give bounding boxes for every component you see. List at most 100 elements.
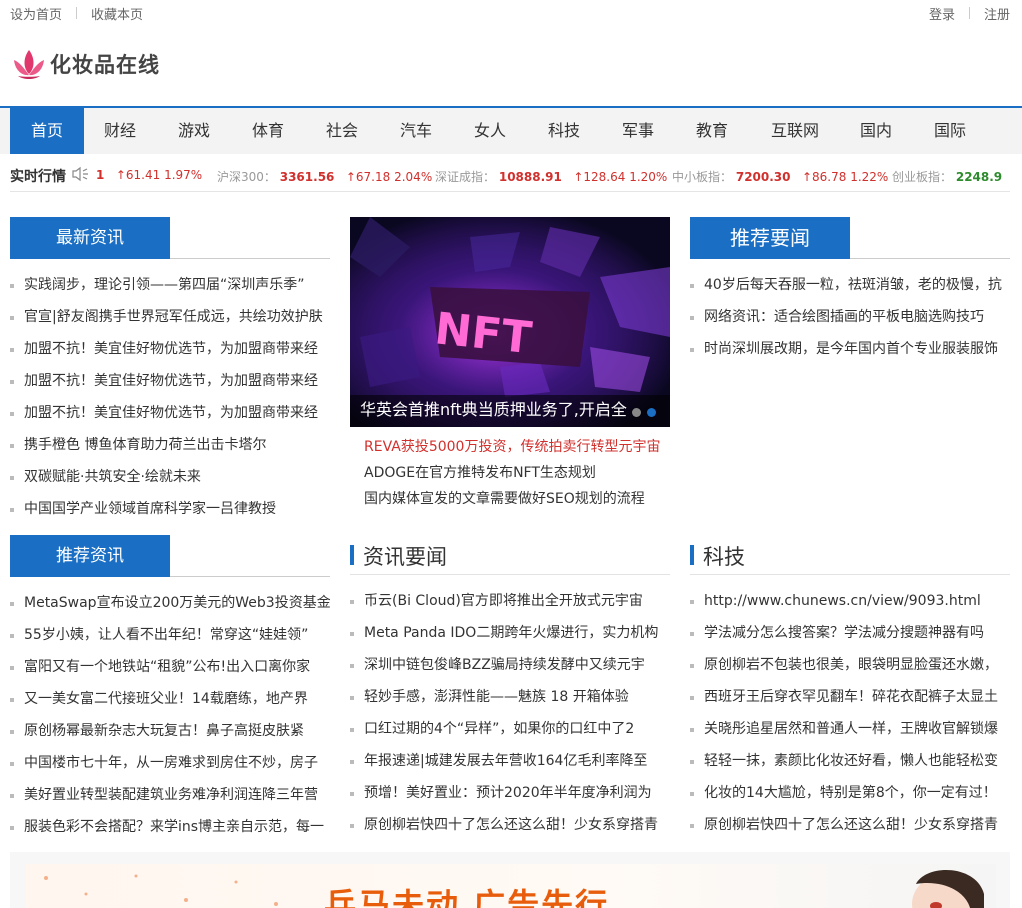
list-item[interactable]: 原创柳岩快四十了怎么还这么甜！少女系穿搭青 <box>690 809 1010 841</box>
list-item[interactable]: 富阳又有一个地铁站“租貌”公布!出入口离你家 <box>10 651 330 683</box>
featured-links: REVA获投5000万投资，传统拍卖行转型元宇宙 ADOGE在官方推特发布NFT… <box>350 434 670 512</box>
nav-item-sports[interactable]: 体育 <box>232 108 304 154</box>
list-item[interactable]: 又一美女富二代接班父业！14载磨练，地产界 <box>10 683 330 715</box>
nav-item-home[interactable]: 首页 <box>10 108 84 154</box>
list-item[interactable]: 网络资讯：适合绘图插画的平板电脑选购技巧 <box>690 301 1010 333</box>
section-marker <box>350 545 354 565</box>
list-item[interactable]: 年报速递|城建发展去年营收164亿毛利率降至 <box>350 745 670 777</box>
divider <box>10 191 1010 192</box>
list-item[interactable]: 55岁小姨，让人看不出年纪！常穿这“娃娃领” <box>10 619 330 651</box>
logo-text: 化妆品在线 <box>50 53 160 77</box>
list-item[interactable]: 加盟不抗！美宜佳好物优选节，为加盟商带来经 <box>10 333 330 365</box>
news-list: 币云(Bi Cloud)官方即将推出全开放式元宇宙 Meta Panda IDO… <box>350 585 670 841</box>
ad-decoration <box>44 874 278 906</box>
list-item[interactable]: 中国国学产业领域首席科学家一吕律教授 <box>10 493 330 525</box>
market-ticker: 实时行情 1 ↑61.41 1.97% 沪深300： 3361.56 ↑67.1… <box>0 160 1022 190</box>
recommended-tab[interactable]: 推荐资讯 <box>10 535 170 577</box>
set-home-link[interactable]: 设为首页 <box>10 4 62 23</box>
list-item[interactable]: 加盟不抗！美宜佳好物优选节，为加盟商带来经 <box>10 365 330 397</box>
top-bar: 设为首页 收藏本页 登录 注册 <box>0 0 1022 24</box>
top-news-list: 40岁后每天吞服一粒，祛斑消皱，老的极慢，抗 网络资讯：适合绘图插画的平板电脑选… <box>690 269 1010 365</box>
tech-header: 科技 <box>690 535 1010 575</box>
list-item[interactable]: 双碳赋能·共筑安全·绘就未来 <box>10 461 330 493</box>
nav-item-domestic[interactable]: 国内 <box>842 108 910 154</box>
section-marker <box>690 545 694 565</box>
news-header: 资讯要闻 <box>350 535 670 575</box>
recommended-list: MetaSwap宣布设立200万美元的Web3投资基金 55岁小姨，让人看不出年… <box>10 587 330 843</box>
list-item[interactable]: 服装色彩不会搭配？来学ins博主亲自示范，每一 <box>10 811 330 843</box>
main-nav: 首页 财经 游戏 体育 社会 汽车 女人 科技 军事 教育 互联网 国内 国际 <box>0 106 1022 154</box>
featured-caption[interactable]: 华英会首推nft典当质押业务了,开启全 <box>350 395 670 427</box>
list-item[interactable]: 加盟不抗！美宜佳好物优选节，为加盟商带来经 <box>10 397 330 429</box>
list-item[interactable]: 深圳中链包俊峰BZZ骗局持续发酵中又续元宇 <box>350 649 670 681</box>
nav-item-military[interactable]: 军事 <box>602 108 674 154</box>
login-link[interactable]: 登录 <box>929 4 955 23</box>
nav-item-tech[interactable]: 科技 <box>528 108 600 154</box>
ticker-index[interactable]: 中小板指： 7200.30 ↑86.78 1.22% <box>672 168 888 185</box>
list-item[interactable]: 币云(Bi Cloud)官方即将推出全开放式元宇宙 <box>350 585 670 617</box>
nav-item-finance[interactable]: 财经 <box>84 108 156 154</box>
list-item[interactable]: ADOGE在官方推特发布NFT生态规划 <box>350 460 670 486</box>
recommended-header: 推荐资讯 <box>10 535 330 577</box>
ad-banner-inner: 兵马未动 广告先行 <box>26 864 996 908</box>
ad-model-image <box>912 870 984 908</box>
list-item[interactable]: 40岁后每天吞服一粒，祛斑消皱，老的极慢，抗 <box>690 269 1010 301</box>
nav-item-society[interactable]: 社会 <box>306 108 378 154</box>
nav-item-internet[interactable]: 互联网 <box>754 108 836 154</box>
latest-news-tab[interactable]: 最新资讯 <box>10 217 170 259</box>
top-news-header: 推荐要闻 <box>690 217 1010 259</box>
divider <box>968 7 970 19</box>
list-item[interactable]: 美好置业转型装配建筑业务难净利润连降三年营 <box>10 779 330 811</box>
latest-news-list: 实践阔步，理论引领——第四届“深圳声乐季” 官宣|舒友阁携手世界冠军任成远，共绘… <box>10 269 330 525</box>
svg-text:NFT: NFT <box>432 303 534 364</box>
ticker-index[interactable]: 创业板指： 2248.9 <box>892 168 1002 185</box>
list-item[interactable]: 原创柳岩快四十了怎么还这么甜！少女系穿搭青 <box>350 809 670 841</box>
tech-list: http://www.chunews.cn/view/9093.html 学法减… <box>690 585 1010 841</box>
ad-banner[interactable]: 兵马未动 广告先行 <box>10 852 1010 908</box>
list-item[interactable]: 实践阔步，理论引领——第四届“深圳声乐季” <box>10 269 330 301</box>
latest-news-header: 最新资讯 <box>10 217 330 259</box>
nav-item-auto[interactable]: 汽车 <box>380 108 452 154</box>
nav-item-games[interactable]: 游戏 <box>158 108 230 154</box>
site-logo[interactable]: 化妆品在线 <box>10 46 160 82</box>
list-item[interactable]: 时尚深圳展改期，是今年国内首个专业服装服饰 <box>690 333 1010 365</box>
nav-item-international[interactable]: 国际 <box>916 108 984 154</box>
list-item[interactable]: 化妆的14大尴尬，特别是第8个，你一定有过！ <box>690 777 1010 809</box>
list-item[interactable]: 原创柳岩不包装也很美，眼袋明显脸蛋还水嫩， <box>690 649 1010 681</box>
ticker-index[interactable]: 沪深300： 3361.56 ↑67.18 2.04% <box>217 168 432 185</box>
ticker-partial: 1 ↑61.41 1.97% <box>96 168 203 182</box>
nav-item-education[interactable]: 教育 <box>676 108 748 154</box>
list-item[interactable]: Meta Panda IDO二期跨年火爆进行，实力机构 <box>350 617 670 649</box>
list-item[interactable]: 预增！美好置业：预计2020年半年度净利润为 <box>350 777 670 809</box>
tech-title[interactable]: 科技 <box>703 541 745 571</box>
ticker-label: 实时行情 <box>10 169 66 185</box>
list-item[interactable]: 中国楼市七十年，从一房难求到房住不炒，房子 <box>10 747 330 779</box>
list-item[interactable]: 轻妙手感，澎湃性能——魅族 18 开箱体验 <box>350 681 670 713</box>
nav-item-women[interactable]: 女人 <box>454 108 526 154</box>
divider <box>76 7 78 19</box>
featured-slideshow[interactable]: NFT 华英会首推nft典当质押业务了,开启全 <box>350 217 670 427</box>
lotus-icon <box>10 46 48 82</box>
ticker-index[interactable]: 深证成指： 10888.91 ↑128.64 1.20% <box>435 168 667 185</box>
list-item[interactable]: 原创杨幂最新杂志大玩复古！鼻子高挺皮肤紧 <box>10 715 330 747</box>
slide-dot[interactable] <box>632 408 641 417</box>
news-title[interactable]: 资讯要闻 <box>363 541 447 571</box>
speaker-icon <box>71 166 89 185</box>
list-item[interactable]: http://www.chunews.cn/view/9093.html <box>690 585 1010 617</box>
list-item[interactable]: MetaSwap宣布设立200万美元的Web3投资基金 <box>10 587 330 619</box>
slide-dot-active[interactable] <box>647 408 656 417</box>
top-news-tab[interactable]: 推荐要闻 <box>690 217 850 259</box>
list-item[interactable]: 口红过期的4个“异样”，如果你的口红中了2 <box>350 713 670 745</box>
slideshow-dots <box>632 408 656 417</box>
register-link[interactable]: 注册 <box>984 4 1010 23</box>
list-item[interactable]: 关晓彤追星居然和普通人一样，王牌收官解锁爆 <box>690 713 1010 745</box>
list-item[interactable]: 西班牙王后穿衣罕见翻车！碎花衣配裤子太显土 <box>690 681 1010 713</box>
bookmark-link[interactable]: 收藏本页 <box>91 4 143 23</box>
list-item[interactable]: 官宣|舒友阁携手世界冠军任成远，共绘功效护肤 <box>10 301 330 333</box>
featured-link-highlight[interactable]: REVA获投5000万投资，传统拍卖行转型元宇宙 <box>350 434 670 460</box>
list-item[interactable]: 学法减分怎么搜答案？学法减分搜题神器有吗 <box>690 617 1010 649</box>
list-item[interactable]: 国内媒体宣发的文章需要做好SEO规划的流程 <box>350 486 670 512</box>
list-item[interactable]: 轻轻一抹，素颜比化妆还好看，懒人也能轻松变 <box>690 745 1010 777</box>
ad-slogan: 兵马未动 广告先行 <box>324 886 610 908</box>
list-item[interactable]: 携手橙色 博鱼体育助力荷兰出击卡塔尔 <box>10 429 330 461</box>
